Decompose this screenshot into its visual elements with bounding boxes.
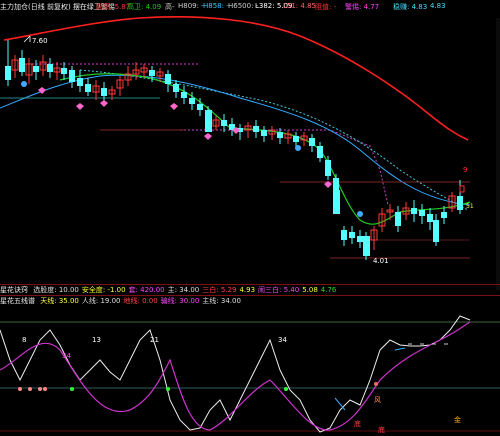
candle-body (411, 208, 417, 214)
indicator-value: 4.93 (239, 286, 256, 294)
indicator-value: 主线: 34.00 (202, 297, 241, 305)
oscillator-number-label: 13 (92, 336, 101, 344)
signal-dot (28, 387, 32, 391)
candle-body (33, 66, 39, 72)
candle-body (317, 146, 323, 158)
pink-marker (100, 100, 108, 107)
indicator-value: 三白: 5.29 (202, 286, 237, 294)
indicator-value: 主: 34.00 (167, 286, 200, 294)
signal-dot (18, 387, 22, 391)
signal-dot (166, 387, 170, 391)
candle-body (457, 196, 463, 210)
candle-body (221, 120, 227, 126)
indicator-value: 选股度: 10.00 (33, 286, 79, 294)
signal-label: 底 (378, 425, 385, 434)
candle-body (309, 138, 315, 146)
candle-body (61, 68, 67, 74)
candle-body (197, 104, 203, 110)
oscillator-number-label: 8 (22, 336, 26, 344)
indicator-bar-1: 星花诀窍 选股度: 10.00 安全度: -1.00 套: 420.00 主: 34.… (0, 285, 339, 295)
candle-body (277, 132, 283, 138)
candle-body (205, 110, 212, 132)
candle-body (419, 210, 425, 216)
signal-label: 金 (454, 415, 461, 424)
candle-body (253, 126, 259, 132)
candle-body (173, 84, 179, 92)
blue-dot-marker (295, 145, 301, 151)
candle-body (293, 136, 299, 142)
pink-marker (38, 87, 46, 94)
signal-label: 风 (374, 396, 381, 404)
oscillator-number-label: 34 (278, 336, 287, 344)
pink-marker (76, 103, 84, 110)
indicator-value: 安全度: -1.00 (81, 286, 126, 294)
blue-dot-marker (21, 81, 27, 87)
candle-body (325, 160, 331, 176)
candle-body (427, 214, 433, 222)
indicator-value: 地线: 0.00 (123, 297, 158, 305)
candle-body (333, 190, 340, 214)
candle-body (181, 92, 187, 98)
candle-body (433, 220, 439, 242)
ma-mid-line (59, 73, 471, 225)
indicator-value: 4.76 (320, 286, 337, 294)
right-label: 9 (463, 166, 467, 174)
oscillator-white-line (0, 315, 471, 433)
indicator-value: 人线: 19.00 (81, 297, 121, 305)
oscillator-number-label: 21 (150, 336, 159, 344)
candle-body (349, 232, 355, 238)
signal-dot (374, 382, 378, 386)
candle-body (165, 74, 171, 84)
right-marker (459, 185, 465, 193)
dotted-resistance-line (20, 63, 389, 206)
candle-body (47, 64, 53, 72)
candle-body (395, 212, 401, 226)
oscillator-number-label: 34 (62, 352, 71, 360)
candle-body (341, 230, 347, 240)
candle-body (357, 236, 363, 242)
candle-body (77, 78, 83, 86)
dotted-cyan-line (79, 69, 469, 211)
candle-body (19, 58, 25, 72)
pink-marker (170, 103, 178, 110)
candle-body (441, 212, 447, 218)
low-price-label: 4.01 (373, 257, 389, 265)
signal-dot (43, 387, 47, 391)
indicator-bar-2: 星花五线谱 天线: 35.00 人线: 19.00 地线: 0.00 骗线: 30.0… (0, 296, 244, 306)
candle-body (69, 70, 75, 82)
pink-marker (204, 133, 212, 140)
candle-body (5, 66, 11, 80)
candle-body (101, 88, 107, 96)
oscillator-purple-line (0, 321, 471, 431)
right-label: 51 (466, 203, 474, 210)
price-axis-strip (496, 18, 500, 290)
signal-label: 底 (354, 419, 361, 428)
main-price-chart[interactable]: 7.60 4.01 9 51 (0, 0, 500, 285)
indicator-value: 骗线: 30.00 (160, 297, 200, 305)
signal-dot (38, 387, 42, 391)
indicator-value: 套: 420.00 (128, 286, 165, 294)
indicator-1-name: 星花诀窍 (0, 286, 28, 294)
candle-body (149, 70, 155, 76)
candle-body (363, 236, 370, 256)
candle-body (261, 130, 267, 136)
signal-dot (284, 387, 288, 391)
blue-dot-marker (357, 211, 363, 217)
high-price-label: 7.60 (32, 37, 48, 45)
candle-body (85, 84, 91, 92)
indicator-value: 5.08 (302, 286, 318, 294)
indicator-value: 天线: 35.00 (40, 297, 79, 305)
candle-body (189, 98, 195, 104)
indicator-2-name: 星花五线谱 (0, 297, 35, 305)
indicator-value: 闹三白: 5.40 (258, 286, 300, 294)
oscillator-cyan-segment (334, 347, 406, 411)
signal-dot (70, 387, 74, 391)
